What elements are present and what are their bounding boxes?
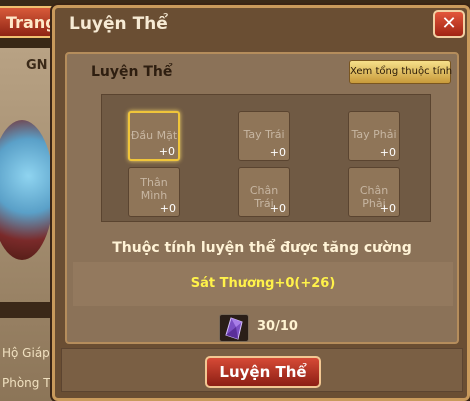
close-button[interactable]: ✕	[433, 10, 465, 38]
view-all-attributes-button[interactable]: Xem tổng thuộc tính	[349, 60, 452, 84]
background-label-armor: Hộ Giáp	[2, 346, 50, 360]
slot-label: Thân Mình	[140, 176, 168, 202]
slot-label: Đầu Mặt	[130, 129, 178, 142]
slot-label: Tay Trái	[243, 128, 285, 141]
slot-left-leg[interactable]: Chân Trái +0	[238, 167, 290, 217]
background-tab[interactable]: Trang cá	[0, 6, 60, 38]
train-button[interactable]: Luyện Thể	[205, 356, 321, 388]
background-gn-label: GN	[26, 58, 48, 73]
slot-level: +0	[269, 202, 286, 215]
buff-box: Sát Thương+0(+26)	[73, 262, 453, 306]
close-icon: ✕	[441, 13, 457, 34]
material-count: 30/10	[257, 319, 298, 334]
slot-right-leg[interactable]: Chân Phải +0	[348, 167, 400, 217]
dialog-title: Luyện Thể	[69, 14, 168, 34]
buff-value: Sát Thương+0(+26)	[190, 276, 336, 291]
slot-level: +0	[379, 146, 396, 159]
background-bar	[0, 302, 56, 318]
crystal-icon	[219, 314, 249, 342]
slot-label: Tay Phải	[351, 128, 397, 141]
slot-level: +0	[158, 145, 175, 158]
slot-level: +0	[159, 202, 176, 215]
buff-title: Thuộc tính luyện thể được tăng cường	[112, 240, 412, 256]
slot-body[interactable]: Thân Mình +0	[128, 167, 180, 217]
slot-grid: Đầu Mặt +0 Tay Trái +0 Tay Phải +0 Thân …	[101, 94, 431, 222]
section-title: Luyện Thể	[91, 64, 173, 80]
slot-head-face[interactable]: Đầu Mặt +0	[128, 111, 180, 161]
body-training-dialog: Luyện Thể ✕ Luyện Thể Xem tổng thuộc tín…	[52, 5, 470, 401]
slot-level: +0	[379, 202, 396, 215]
training-panel: Luyện Thể Xem tổng thuộc tính Đầu Mặt +0…	[65, 52, 459, 344]
slot-left-hand[interactable]: Tay Trái +0	[238, 111, 290, 161]
slot-right-hand[interactable]: Tay Phải +0	[348, 111, 400, 161]
slot-level: +0	[269, 146, 286, 159]
